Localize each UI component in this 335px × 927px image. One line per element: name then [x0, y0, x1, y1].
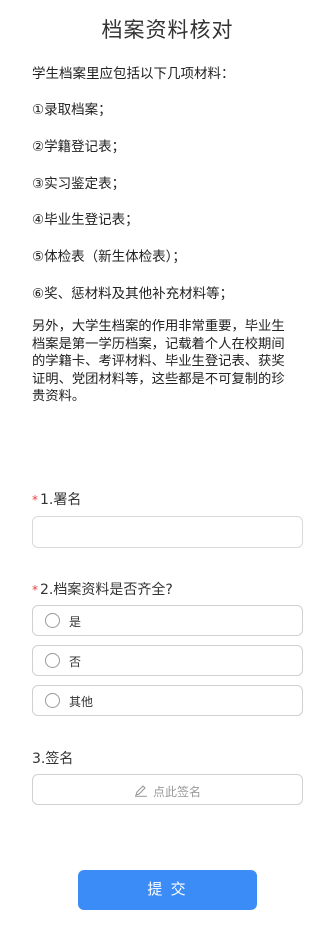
- pen-icon: [134, 785, 147, 797]
- required-mark: *: [32, 493, 38, 507]
- option-no[interactable]: 否: [32, 645, 303, 676]
- intro-lead: 学生档案里应包括以下几项材料：: [32, 66, 235, 82]
- intro-item: ①录取档案；: [32, 102, 112, 118]
- question-1-label: * 1.署名: [32, 489, 81, 509]
- question-2-label: * 2.档案资料是否齐全?: [32, 579, 173, 599]
- question-2-text: 2.档案资料是否齐全?: [40, 582, 173, 598]
- option-label: 否: [69, 655, 82, 669]
- signature-placeholder: 点此签名: [152, 785, 201, 799]
- option-label: 是: [69, 615, 82, 629]
- option-other[interactable]: 其他: [32, 685, 303, 716]
- intro-paragraph: 另外，大学生档案的作用非常重要，毕业生档案是第一学历档案，记载着个人在校期间的学…: [32, 319, 285, 404]
- intro-item: ②学籍登记表；: [32, 139, 126, 155]
- signature-name-input[interactable]: [32, 516, 303, 548]
- intro-item: ⑥奖、惩材料及其他补充材料等；: [32, 286, 234, 302]
- question-1-text: 1.署名: [40, 492, 82, 508]
- intro-item: ③实习鉴定表；: [32, 176, 126, 192]
- submit-button[interactable]: 提 交: [78, 870, 257, 910]
- option-label: 其他: [69, 695, 94, 709]
- radio-icon[interactable]: [45, 613, 60, 628]
- radio-icon[interactable]: [45, 693, 60, 708]
- radio-icon[interactable]: [45, 653, 60, 668]
- required-mark: *: [32, 583, 38, 597]
- intro-item: ④毕业生登记表；: [32, 212, 139, 228]
- signature-pad-button[interactable]: 点此签名: [32, 774, 303, 805]
- page-title: 档案资料核对: [101, 18, 234, 42]
- question-3-label: 3.签名: [32, 751, 74, 767]
- option-yes[interactable]: 是: [32, 605, 303, 636]
- intro-item: ⑤体检表（新生体检表）；: [32, 249, 186, 265]
